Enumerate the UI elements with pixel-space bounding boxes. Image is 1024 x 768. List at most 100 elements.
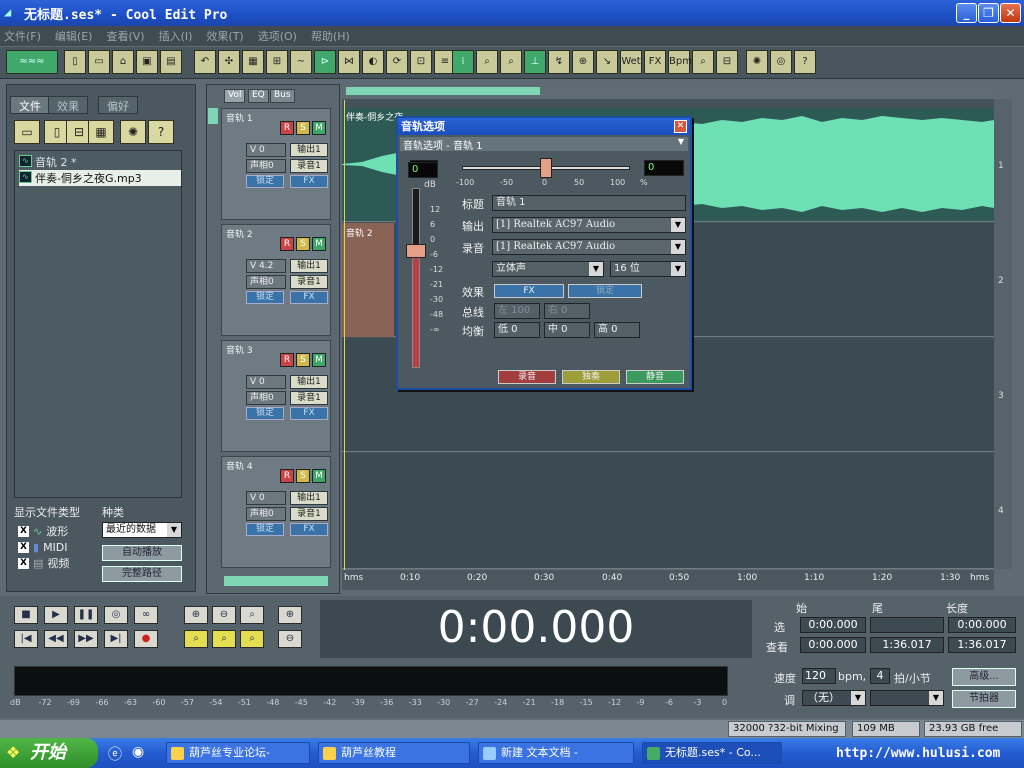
record-button[interactable]: 录音 [498,370,556,384]
clip-icon[interactable]: ⊟ [716,50,738,74]
zoom-full-icon[interactable]: ⌕ [240,606,264,624]
type-wave-checkbox[interactable]: X ∿ 波形 [18,523,68,539]
time-select-icon[interactable]: ⊳ [314,50,336,74]
time-ruler[interactable]: hms 0:10 0:20 0:30 0:40 0:50 1:00 1:10 1… [342,570,994,590]
task-cooledit[interactable]: 无标题.ses* - Co... [642,742,782,764]
fx-button[interactable]: FX [290,407,328,420]
record-select[interactable]: [1] Realtek AC97 Audio [492,239,686,255]
output-button[interactable]: 输出1 [290,259,328,273]
dialog-close-button[interactable]: ✕ [674,120,687,133]
fast-forward-icon[interactable]: ▶▶ [74,630,98,648]
pan-slider-thumb[interactable] [540,158,552,178]
eq-high-field[interactable]: 高 0 [594,322,640,338]
zoom-left-icon[interactable]: ⌕ [184,630,208,648]
ie-icon[interactable]: ⓔ [108,744,122,764]
menu-insert[interactable]: 插入(I) [159,28,193,44]
output-button[interactable]: 输出1 [290,143,328,157]
pan-field[interactable]: 声相0 [246,507,286,521]
solo-button[interactable]: 独奏 [562,370,620,384]
mute-button[interactable]: M [312,237,326,251]
list-item[interactable]: ∿ 伴奏-侗乡之夜G.mp3 [19,170,181,186]
output-select[interactable]: [1] Realtek AC97 Audio [492,217,686,233]
bus-right-field[interactable]: 右 0 [544,303,590,319]
list-item[interactable]: ∿ 音轨 2 * [19,154,77,170]
volume-field[interactable]: V 0 [246,375,286,389]
menu-edit[interactable]: 编辑(E) [55,28,93,44]
record-arm-button[interactable]: R [280,121,294,135]
fx-button[interactable]: FX [290,291,328,304]
save-icon[interactable]: ▣ [136,50,158,74]
zoom-out-horizontal-icon[interactable]: ⊖ [212,606,236,624]
hybrid-icon[interactable]: ◐ [362,50,384,74]
tab-favorites[interactable]: 偏好 [98,96,138,114]
mute-button[interactable]: 静音 [626,370,684,384]
pause-icon[interactable]: ❚❚ [74,606,98,624]
type-midi-checkbox[interactable]: X ▮ MIDI [18,539,68,555]
zoom-out-vertical-icon[interactable]: ⊖ [278,630,302,648]
title-input[interactable]: 音轨 1 [492,195,686,211]
open-append-icon[interactable]: ⌂ [112,50,134,74]
zoom-in-horizontal-icon[interactable]: ⊕ [184,606,208,624]
explorer-icon[interactable]: ◉ [132,744,144,760]
record-arm-button[interactable]: R [280,469,294,483]
zoom-selection-icon[interactable]: ⌕ [240,630,264,648]
vertical-scrollbar-thumb[interactable] [208,108,218,124]
undo-icon[interactable]: ↶ [194,50,216,74]
record-source-button[interactable]: 录音1 [290,275,328,289]
record-source-button[interactable]: 录音1 [290,391,328,405]
wet-icon[interactable]: Wet [620,50,642,74]
sel-end-field[interactable] [870,617,944,633]
view-length-field[interactable]: 1:36.017 [948,637,1016,653]
split-icon[interactable]: ⊞ [266,50,288,74]
solo-button[interactable]: S [296,237,310,251]
view-start-field[interactable]: 0:00.000 [800,637,866,653]
lock-button[interactable]: 锁定 [246,175,284,188]
snap-markers-icon[interactable]: ⌕ [476,50,498,74]
horizontal-scrollbar[interactable] [224,576,328,586]
move-icon[interactable]: ⋈ [338,50,360,74]
envelope-icon[interactable]: ∼ [290,50,312,74]
lock-icon[interactable]: ⊡ [410,50,432,74]
record-source-button[interactable]: 录音1 [290,159,328,173]
wave-view-toggle-button[interactable]: ≈≈≈ [6,50,58,74]
auto-play-button[interactable]: 自动播放 [102,545,182,561]
sel-start-field[interactable]: 0:00.000 [800,617,866,633]
record-prefs-icon[interactable]: ◎ [770,50,792,74]
stop-icon[interactable]: ■ [14,606,38,624]
help-icon[interactable]: ? [794,50,816,74]
minimize-button[interactable]: _ [956,3,977,23]
metronome-button[interactable]: 节拍器 [952,690,1016,708]
menu-help[interactable]: 帮助(H) [311,28,350,44]
menu-options[interactable]: 选项(O) [258,28,297,44]
tempo-field[interactable]: 120 [802,668,836,684]
snap-loops-icon[interactable]: ⊥ [524,50,546,74]
zoom-right-icon[interactable]: ⌕ [212,630,236,648]
mute-button[interactable]: M [312,469,326,483]
play-icon[interactable]: ▶ [44,606,68,624]
record-source-button[interactable]: 录音1 [290,507,328,521]
open-icon[interactable]: ▭ [88,50,110,74]
close-button[interactable]: ✕ [1000,3,1021,23]
volume-field[interactable]: V 0 [246,491,286,505]
mute-button[interactable]: M [312,121,326,135]
snap-frames-icon[interactable]: ↯ [548,50,570,74]
type-video-checkbox[interactable]: X ▤ 视频 [18,555,69,571]
new-icon[interactable]: ▯ [64,50,86,74]
solo-button[interactable]: S [296,469,310,483]
volume-field[interactable]: V 0 [246,143,286,157]
eq-low-field[interactable]: 低 0 [494,322,540,338]
play-to-end-icon[interactable]: ◎ [104,606,128,624]
pan-right-value[interactable]: 0 [644,160,684,176]
mute-button[interactable]: M [312,353,326,367]
options-icon[interactable]: ✺ [120,120,146,144]
pan-field[interactable]: 声相0 [246,275,286,289]
solo-button[interactable]: S [296,121,310,135]
sort-select[interactable]: 最近的数据 [102,522,182,538]
snap-icon[interactable]: ⁞ [452,50,474,74]
lock-button[interactable]: 锁定 [246,523,284,536]
clip-2-block[interactable] [342,223,394,337]
volume-value[interactable]: 0 [408,162,438,178]
dialog-subtitle-select[interactable]: 音轨选项 - 音轨 1 ▼ [400,137,688,152]
solo-button[interactable]: S [296,353,310,367]
help-icon[interactable]: ? [148,120,174,144]
